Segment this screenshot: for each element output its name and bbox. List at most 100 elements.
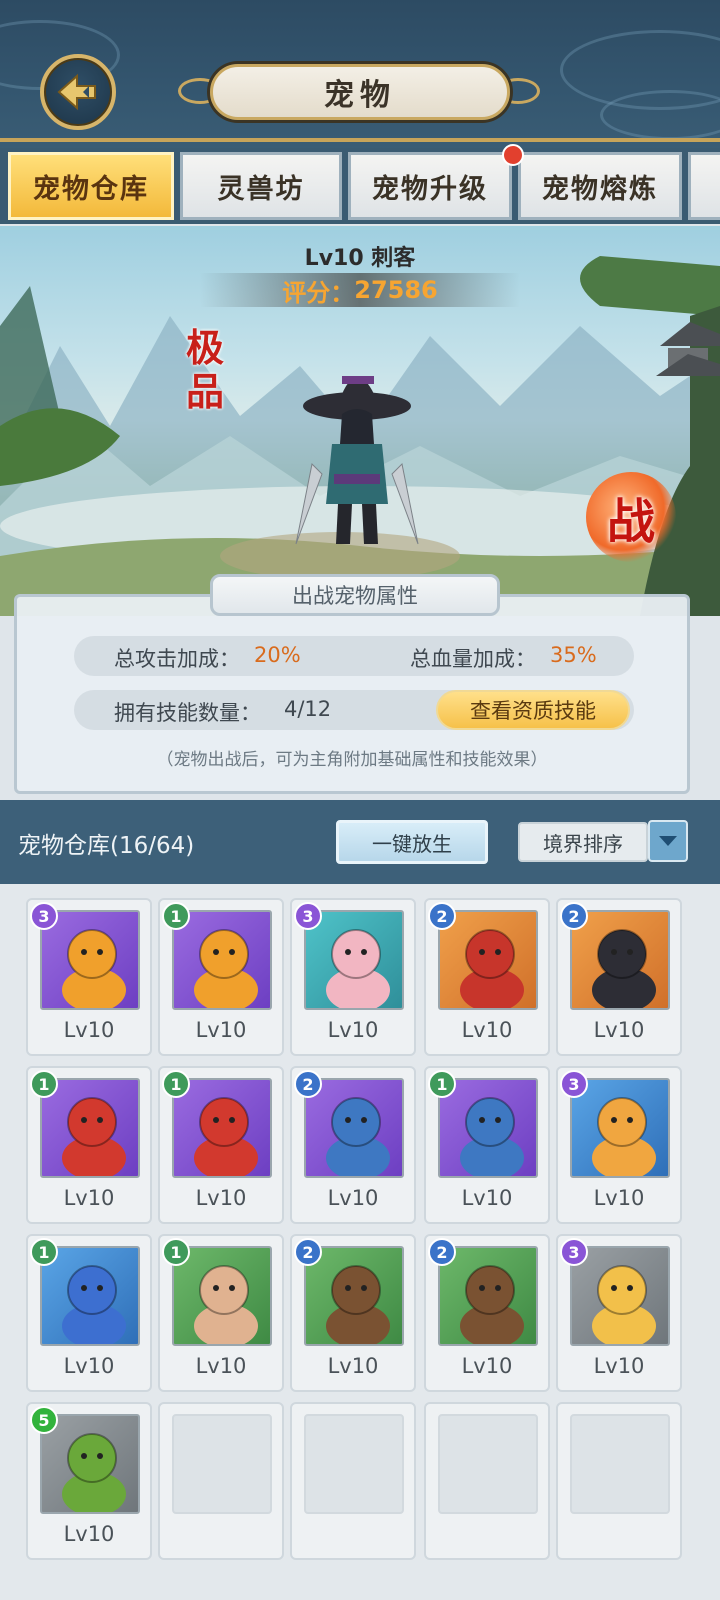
pet-slot[interactable]: 2 Lv10 (556, 898, 682, 1056)
star-badge: 2 (428, 1238, 456, 1266)
star-badge: 5 (30, 1406, 58, 1434)
empty-slot-placeholder (172, 1414, 272, 1514)
pet-name: Lv10 刺客 (304, 246, 416, 271)
empty-pet-slot[interactable] (424, 1402, 550, 1560)
wolf-icon (62, 1265, 126, 1344)
pet-level: Lv10 (327, 1018, 379, 1042)
pet-slot[interactable]: 3 Lv10 (556, 1234, 682, 1392)
pet-portrait (40, 1078, 140, 1178)
attribute-panel-title: 出战宠物属性 (210, 574, 500, 616)
pet-slot[interactable]: 3 Lv10 (556, 1066, 682, 1224)
serpent-icon (592, 1265, 656, 1344)
pet-slot[interactable]: 1 Lv10 (26, 1234, 152, 1392)
pet-slot[interactable]: 3 Lv10 (290, 898, 416, 1056)
golden-dragon-icon (194, 929, 258, 1008)
pet-level: Lv10 (593, 1186, 645, 1210)
flower-girl-icon (326, 929, 390, 1008)
empty-pet-slot[interactable] (158, 1402, 284, 1560)
empty-pet-slot[interactable] (556, 1402, 682, 1560)
pet-level: Lv10 (461, 1018, 513, 1042)
tab-pet-smelting[interactable]: 宠物熔炼 (518, 152, 682, 220)
page-title-text: 宠物 (324, 78, 396, 113)
pet-slot[interactable]: 2 Lv10 (290, 1066, 416, 1224)
storage-count-title: 宠物仓库(16/64) (18, 833, 195, 859)
pet-level: Lv10 (327, 1354, 379, 1378)
star-badge: 3 (560, 1070, 588, 1098)
empty-slot-placeholder (570, 1414, 670, 1514)
pet-portrait (570, 1078, 670, 1178)
pet-portrait (40, 910, 140, 1010)
pet-slot[interactable]: 1 Lv10 (158, 1066, 284, 1224)
blue-bull-warrior-icon (460, 1097, 524, 1176)
star-badge: 2 (428, 902, 456, 930)
view-skills-button[interactable]: 查看资质技能 (436, 690, 630, 730)
assassin-icon (592, 929, 656, 1008)
skill-count-label: 拥有技能数量： (114, 701, 261, 725)
turtle-icon (62, 1433, 126, 1512)
pet-portrait (570, 910, 670, 1010)
pet-portrait (172, 910, 272, 1010)
pet-grid: 3 Lv10 1 Lv10 3 Lv10 2 Lv10 2 Lv10 1 Lv10 1 Lv10 2 Lv10… (0, 884, 720, 1600)
star-badge: 1 (30, 1070, 58, 1098)
skill-count-value: 4/12 (284, 697, 332, 721)
pet-score: 评分： 27586 (200, 273, 520, 307)
empty-slot-placeholder (304, 1414, 404, 1514)
tab-more[interactable] (688, 152, 720, 220)
tab-pet-storage[interactable]: 宠物仓库 (8, 152, 174, 220)
assassin-character-icon (295, 376, 419, 545)
header-divider (0, 138, 720, 142)
pet-slot[interactable]: 5 Lv10 (26, 1402, 152, 1560)
pet-slot[interactable]: 2 Lv10 (424, 898, 550, 1056)
pet-slot[interactable]: 1 Lv10 (158, 1234, 284, 1392)
pet-score-label: 评分： (282, 278, 355, 307)
attack-bonus-label: 总攻击加成： (114, 647, 240, 671)
red-horse-warrior-icon (62, 1097, 126, 1176)
notification-dot (502, 144, 524, 166)
pet-level: Lv10 (63, 1018, 115, 1042)
fox-girl-icon (460, 929, 524, 1008)
pet-level: Lv10 (593, 1354, 645, 1378)
pet-level: Lv10 (327, 1186, 379, 1210)
pet-portrait (438, 1246, 538, 1346)
release-all-button[interactable]: 一键放生 (336, 820, 488, 864)
pet-level: Lv10 (593, 1018, 645, 1042)
cloud-decoration (600, 90, 720, 140)
empty-slot-placeholder (438, 1414, 538, 1514)
back-button[interactable] (40, 54, 116, 130)
star-badge: 3 (294, 902, 322, 930)
tab-pet-upgrade[interactable]: 宠物升级 (348, 152, 512, 220)
pet-portrait (570, 1246, 670, 1346)
pet-slot[interactable]: 3 Lv10 (26, 898, 152, 1056)
sort-dropdown[interactable]: 境界排序 (518, 822, 648, 862)
pet-level: Lv10 (461, 1186, 513, 1210)
empty-pet-slot[interactable] (290, 1402, 416, 1560)
tab-spirit-beast-workshop[interactable]: 灵兽坊 (180, 152, 342, 220)
back-arrow-icon (57, 73, 96, 111)
pet-slot[interactable]: 1 Lv10 (158, 898, 284, 1056)
attack-bonus-value: 20% (254, 643, 301, 667)
pet-level: Lv10 (195, 1018, 247, 1042)
sort-dropdown-toggle[interactable] (648, 820, 688, 862)
star-badge: 1 (30, 1238, 58, 1266)
pet-portrait (304, 1078, 404, 1178)
attribute-note: （宠物出战后，可为主角附加基础属性和技能效果） (156, 750, 548, 770)
golden-dragon-icon (62, 929, 126, 1008)
pet-score-value: 27586 (354, 276, 438, 304)
star-badge: 1 (428, 1070, 456, 1098)
star-badge: 3 (30, 902, 58, 930)
deploy-button[interactable]: 战 (586, 472, 676, 562)
red-horse-warrior-icon (194, 1097, 258, 1176)
blue-bull-warrior-icon (326, 1097, 390, 1176)
pet-portrait (40, 1246, 140, 1346)
pet-slot[interactable]: 2 Lv10 (424, 1234, 550, 1392)
treant-icon (460, 1265, 524, 1344)
attribute-row-bonus: 总攻击加成： 20% 总血量加成： 35% (74, 636, 634, 676)
star-badge: 1 (162, 1238, 190, 1266)
treant-icon (326, 1265, 390, 1344)
pet-portrait (40, 1414, 140, 1514)
pet-slot[interactable]: 1 Lv10 (424, 1066, 550, 1224)
pet-slot[interactable]: 2 Lv10 (290, 1234, 416, 1392)
pet-portrait (172, 1078, 272, 1178)
pet-slot[interactable]: 1 Lv10 (26, 1066, 152, 1224)
deploy-button-label: 战 (606, 494, 655, 550)
